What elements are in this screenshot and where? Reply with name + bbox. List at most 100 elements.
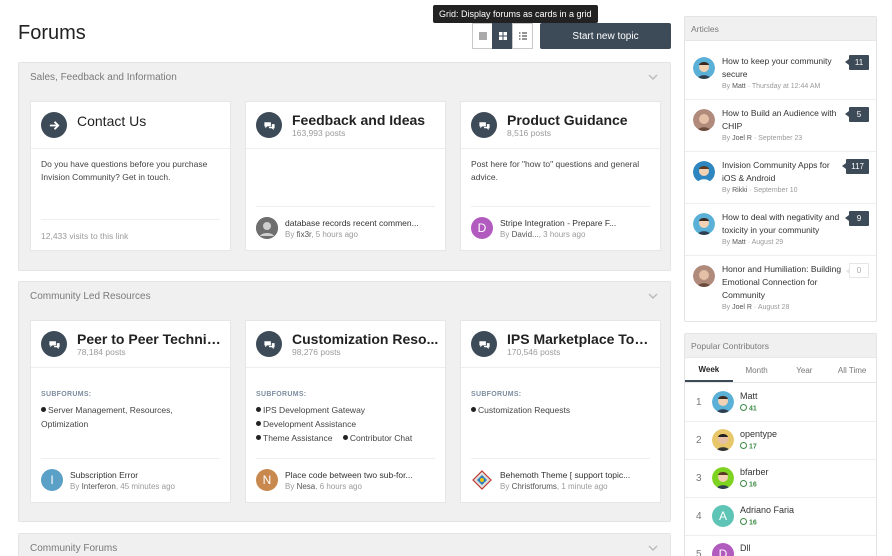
chat-bubbles-icon xyxy=(471,112,497,138)
avatar[interactable] xyxy=(712,429,734,451)
article-title[interactable]: How to Build an Audience with CHIP xyxy=(722,107,842,133)
last-post-author[interactable]: Nesa xyxy=(297,482,316,491)
post-count: 8,516 posts xyxy=(507,128,551,138)
tab-month[interactable]: Month xyxy=(733,359,781,382)
subforum-link[interactable]: Server Management, Resources, Optimizati… xyxy=(41,403,218,431)
comment-count[interactable]: 0 xyxy=(846,263,869,278)
avatar[interactable] xyxy=(693,213,715,235)
contributor-name[interactable]: bfarber xyxy=(740,467,769,477)
last-post-meta: By fix3r, 5 hours ago xyxy=(285,230,358,239)
avatar[interactable]: D xyxy=(471,217,493,239)
avatar[interactable] xyxy=(471,469,493,491)
section-title[interactable]: Community Forums xyxy=(30,543,117,554)
section-title[interactable]: Sales, Feedback and Information xyxy=(30,72,177,83)
section-community-led-resources: Community Led Resources Peer to Peer Tec… xyxy=(18,281,671,522)
section-sales-feedback: Sales, Feedback and Information Contact … xyxy=(18,62,671,271)
forum-title[interactable]: Customization Reso... xyxy=(292,331,440,347)
last-post-author[interactable]: David... xyxy=(512,230,539,239)
rank: 2 xyxy=(696,435,702,446)
last-post-title[interactable]: Stripe Integration - Prepare F... xyxy=(500,218,650,228)
last-post-meta: By David..., 3 hours ago xyxy=(500,230,586,239)
divider xyxy=(461,148,660,149)
avatar[interactable] xyxy=(256,217,278,239)
last-post-title[interactable]: Place code between two sub-for... xyxy=(285,470,435,480)
comment-count[interactable]: 117 xyxy=(842,159,869,174)
article-author[interactable]: Joel R xyxy=(732,304,752,311)
contributor-name[interactable]: opentype xyxy=(740,429,777,439)
avatar[interactable] xyxy=(693,109,715,131)
forum-card-marketplace[interactable]: IPS Marketplace Topi... 170,546 posts SU… xyxy=(460,320,661,503)
divider xyxy=(31,148,230,149)
article-author[interactable]: Matt xyxy=(732,83,746,90)
arrow-right-icon xyxy=(41,112,67,138)
last-post-title[interactable]: Behemoth Theme [ support topic... xyxy=(500,470,650,480)
reputation: 16 xyxy=(740,481,757,488)
grid-view-button[interactable] xyxy=(492,23,513,49)
section-community-forums: Community Forums xyxy=(18,533,671,556)
comment-count[interactable]: 11 xyxy=(845,55,869,70)
contributor-row: 4 A Adriano Faria 16 xyxy=(685,498,876,536)
reputation: 17 xyxy=(740,443,757,450)
start-new-topic-button[interactable]: Start new topic xyxy=(540,23,671,49)
article-title[interactable]: Honor and Humiliation: Building Emotiona… xyxy=(722,263,847,302)
article-title[interactable]: How to keep your community secure xyxy=(722,55,842,81)
avatar[interactable] xyxy=(712,391,734,413)
avatar[interactable]: I xyxy=(41,469,63,491)
last-post-author[interactable]: fix3r xyxy=(297,230,312,239)
subforum-link[interactable]: Contributor Chat xyxy=(343,431,412,445)
chevron-down-icon[interactable] xyxy=(648,73,658,81)
avatar[interactable] xyxy=(693,265,715,287)
last-post-meta: By Nesa, 6 hours ago xyxy=(285,482,362,491)
forum-card-contact-us[interactable]: Contact Us Do you have questions before … xyxy=(30,101,231,251)
forum-title[interactable]: Product Guidance xyxy=(507,112,655,128)
subforum-link[interactable]: Theme Assistance xyxy=(256,431,332,445)
forum-title[interactable]: Peer to Peer Technic... xyxy=(77,331,225,347)
forum-title[interactable]: IPS Marketplace Topi... xyxy=(507,331,655,347)
forum-card-product-guidance[interactable]: Product Guidance 8,516 posts Post here f… xyxy=(460,101,661,251)
article-title[interactable]: Invision Community Apps for iOS & Androi… xyxy=(722,159,842,185)
chevron-down-icon[interactable] xyxy=(648,544,658,552)
avatar[interactable] xyxy=(693,161,715,183)
subforum-link[interactable]: IPS Development Gateway xyxy=(256,403,365,417)
tab-year[interactable]: Year xyxy=(781,359,829,382)
last-post-title[interactable]: Subscription Error xyxy=(70,470,220,480)
subforum-link[interactable]: Development Assistance xyxy=(256,417,356,431)
contributor-row: 1 Matt 41 xyxy=(685,384,876,422)
fluid-view-button[interactable] xyxy=(512,23,533,49)
article-author[interactable]: Rikki xyxy=(732,187,747,194)
tab-all-time[interactable]: All Time xyxy=(828,359,876,382)
forum-card-customization[interactable]: Customization Reso... 98,276 posts SUBFO… xyxy=(245,320,446,503)
card-footer xyxy=(471,458,650,459)
section-title[interactable]: Community Led Resources xyxy=(30,291,151,302)
last-post-title[interactable]: database records recent commen... xyxy=(285,218,435,228)
avatar[interactable]: D xyxy=(712,543,734,556)
article-author[interactable]: Joel R xyxy=(732,135,752,142)
comment-count[interactable]: 9 xyxy=(845,211,869,226)
last-post-author[interactable]: Interferon xyxy=(82,482,116,491)
forum-card-peer-to-peer[interactable]: Peer to Peer Technic... 78,184 posts SUB… xyxy=(30,320,231,503)
contributor-name[interactable]: Matt xyxy=(740,391,758,401)
post-count: 98,276 posts xyxy=(292,347,341,357)
article-meta: By Joel R · September 23 xyxy=(722,135,803,142)
avatar[interactable] xyxy=(693,57,715,79)
contributor-row: 2 opentype 17 xyxy=(685,422,876,460)
forum-title[interactable]: Contact Us xyxy=(77,113,225,129)
list-icon xyxy=(518,32,527,40)
contributor-name[interactable]: Adriano Faria xyxy=(740,505,794,515)
chevron-down-icon[interactable] xyxy=(648,292,658,300)
avatar[interactable]: A xyxy=(712,505,734,527)
subforum-link[interactable]: Customization Requests xyxy=(471,403,570,417)
contributor-name[interactable]: Dll xyxy=(740,543,751,553)
card-footer xyxy=(256,206,435,207)
article-title[interactable]: How to deal with negativity and toxicity… xyxy=(722,211,842,237)
tab-week[interactable]: Week xyxy=(685,359,733,382)
table-view-button[interactable] xyxy=(472,23,493,49)
avatar[interactable] xyxy=(712,467,734,489)
last-post-author[interactable]: Christforums xyxy=(512,482,557,491)
subforums-list: SUBFORUMS: Customization Requests xyxy=(471,388,656,417)
article-author[interactable]: Matt xyxy=(732,239,746,246)
forum-card-feedback[interactable]: Feedback and Ideas 163,993 posts databas… xyxy=(245,101,446,251)
forum-title[interactable]: Feedback and Ideas xyxy=(292,112,440,128)
comment-count[interactable]: 5 xyxy=(845,107,869,122)
avatar[interactable]: N xyxy=(256,469,278,491)
